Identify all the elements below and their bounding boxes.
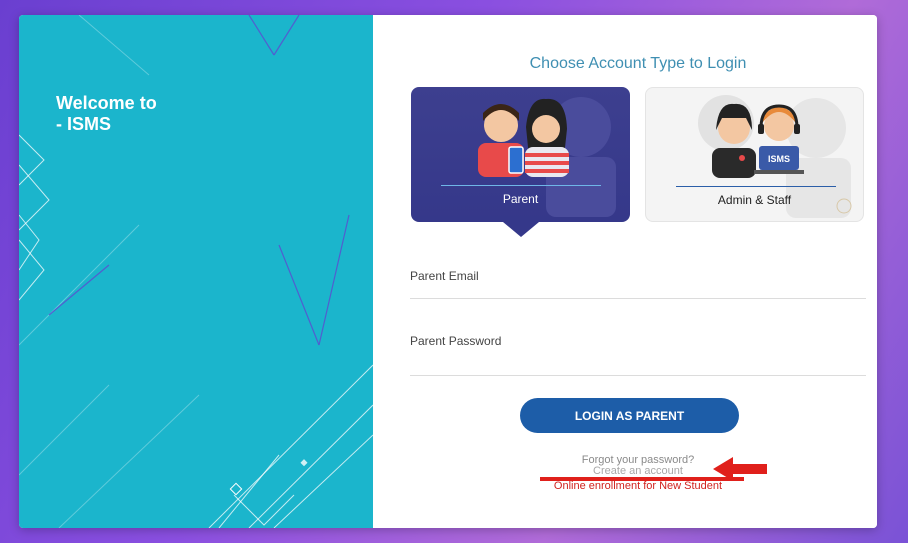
create-account-link[interactable]: Create an account [373, 465, 877, 477]
geometric-background [19, 15, 373, 528]
parent-account-card[interactable]: Parent [411, 87, 630, 222]
login-window: Welcome to - ISMS Choose Account Type to… [19, 15, 877, 528]
login-panel: Choose Account Type to Login Parent ISMS… [373, 15, 877, 528]
annotation-arrow-icon [713, 457, 767, 481]
welcome-line-2: - ISMS [56, 114, 112, 134]
parent-card-label: Parent [502, 192, 539, 206]
selected-card-pointer [503, 222, 539, 237]
password-field [410, 320, 866, 376]
choose-account-title: Choose Account Type to Login [529, 55, 747, 72]
card-divider [441, 185, 601, 186]
email-field [410, 255, 866, 299]
welcome-line-1: Welcome to [56, 93, 157, 113]
email-input[interactable] [410, 255, 866, 283]
login-as-parent-button[interactable]: LOGIN AS PARENT [520, 398, 739, 433]
welcome-heading: Welcome to - ISMS [56, 93, 157, 135]
card-divider [676, 186, 836, 187]
admin-staff-account-card[interactable]: ISMS Admin & Staff [645, 87, 864, 222]
password-input[interactable] [410, 320, 866, 348]
welcome-panel: Welcome to - ISMS [19, 15, 373, 528]
admin-staff-card-label: Admin & Staff [717, 193, 792, 207]
isms-badge: ISMS [768, 154, 790, 164]
online-enrollment-link[interactable]: Online enrollment for New Student [373, 480, 877, 492]
